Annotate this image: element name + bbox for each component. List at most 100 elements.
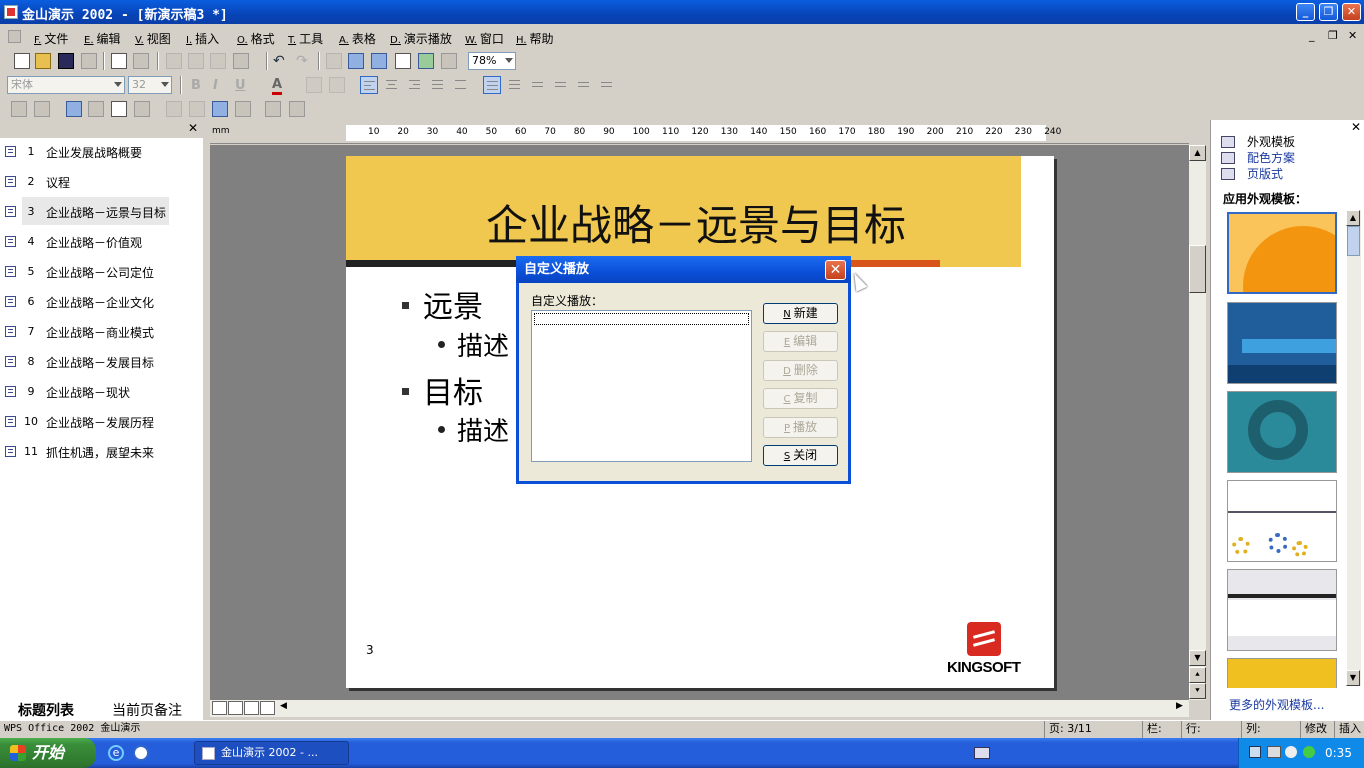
security-icon[interactable] [1303, 746, 1315, 758]
bullet-level2[interactable]: 描述 [438, 411, 509, 448]
clock[interactable]: 0:35 [1325, 746, 1352, 760]
slide-list-item[interactable]: 1 企业发展战略概要 [0, 137, 204, 167]
doc-minimize-button[interactable]: _ [1309, 29, 1315, 42]
template-thumb-blue[interactable] [1227, 302, 1337, 384]
font-name-combo[interactable]: 宋体 [7, 76, 125, 94]
normal-view-icon[interactable] [212, 701, 227, 715]
volume-icon[interactable] [1285, 746, 1297, 758]
vm-icon[interactable] [1267, 746, 1281, 758]
transition-icon[interactable] [189, 101, 205, 117]
scroll-left-icon[interactable]: ◀ [280, 701, 287, 711]
link-design-templates[interactable]: 外观模板 [1247, 133, 1295, 150]
font-color-button[interactable]: A [272, 78, 283, 95]
redo-icon[interactable]: ↷ [296, 53, 312, 69]
doc-close-button[interactable]: ✕ [1348, 29, 1357, 42]
edit-button[interactable]: E 编辑 [763, 331, 838, 352]
font-grow-icon[interactable] [306, 77, 322, 93]
line-spacing-down-icon[interactable] [598, 76, 616, 94]
shape-icon[interactable] [326, 53, 342, 69]
line-spacing-up-icon[interactable] [575, 76, 593, 94]
undo-icon[interactable]: ↶ [273, 53, 289, 69]
template-scroll-down[interactable]: ▼ [1346, 670, 1360, 686]
print-icon[interactable] [133, 53, 149, 69]
link-slide-layout[interactable]: 页版式 [1247, 165, 1283, 182]
slide-list-item[interactable]: 8 企业战略－发展目标 [0, 347, 204, 377]
underline-button[interactable]: U [235, 78, 246, 93]
start-button[interactable]: 开始 [0, 738, 96, 768]
bullet-level1[interactable]: 远景 [402, 282, 483, 326]
format-painter-icon[interactable] [233, 53, 249, 69]
template-scroll-up[interactable]: ▲ [1346, 210, 1360, 226]
distribute-icon[interactable] [452, 76, 470, 94]
slide-title[interactable]: 企业战略－远景与目标 [346, 192, 1046, 253]
taskbar-app-button[interactable]: 金山演示 2002 - ... [194, 741, 349, 765]
keyboard-icon[interactable] [974, 747, 990, 759]
quicklaunch-icon[interactable] [133, 745, 149, 761]
bold-button[interactable]: B [191, 78, 201, 93]
cut-icon[interactable] [166, 53, 182, 69]
dialog-title-bar[interactable]: 自定义播放 [516, 256, 851, 283]
delete-slide-icon[interactable] [34, 101, 50, 117]
slide-list-item[interactable]: 4 企业战略－价值观 [0, 227, 204, 257]
template-thumb-gray[interactable] [1227, 569, 1337, 651]
scroll-up-button[interactable]: ▲ [1189, 145, 1206, 161]
textbox-icon[interactable] [348, 53, 364, 69]
open-icon[interactable] [35, 53, 51, 69]
action-icon[interactable] [212, 101, 228, 117]
custom-show-list[interactable] [531, 310, 752, 462]
link-color-scheme[interactable]: 配色方案 [1247, 149, 1295, 166]
template-thumb-orange[interactable] [1227, 212, 1337, 294]
decrease-indent-icon[interactable] [529, 76, 547, 94]
template-scrollbar[interactable]: ▲ ▼ [1346, 210, 1361, 686]
slide-list-item[interactable]: 11 抓住机遇，展望未来 [0, 437, 204, 467]
numbering-icon[interactable] [506, 76, 524, 94]
prev-slide-button[interactable]: ⯅ [1189, 667, 1206, 683]
vertical-textbox-icon[interactable] [371, 53, 387, 69]
menu-edit[interactable]: E. 编辑 [84, 30, 121, 47]
paste-icon[interactable] [210, 53, 226, 69]
bullet-level2[interactable]: 描述 [438, 326, 509, 363]
template-thumb-teal[interactable] [1227, 391, 1337, 473]
copy-button[interactable]: C 复制 [763, 388, 838, 409]
animation-icon[interactable] [166, 101, 182, 117]
tab-notes[interactable]: 当前页备注 [112, 700, 182, 720]
picture-icon[interactable] [418, 53, 434, 69]
zoom-combo[interactable]: 78% [468, 52, 516, 70]
increase-indent-icon[interactable] [552, 76, 570, 94]
align-left-icon[interactable] [360, 76, 378, 94]
template-thumb-gears[interactable] [1227, 480, 1337, 562]
menu-insert[interactable]: I. 插入 [186, 30, 219, 47]
menu-tools[interactable]: T. 工具 [288, 30, 323, 47]
close-button[interactable]: ✕ [1342, 3, 1361, 21]
new-slide-icon[interactable] [441, 53, 457, 69]
slide-list-item[interactable]: 5 企业战略－公司定位 [0, 257, 204, 287]
table-icon[interactable] [395, 53, 411, 69]
font-shrink-icon[interactable] [329, 77, 345, 93]
italic-button[interactable]: I [213, 78, 218, 93]
scroll-down-button[interactable]: ▼ [1189, 650, 1206, 666]
copy-icon[interactable] [188, 53, 204, 69]
menu-file[interactable]: F. 文件 [34, 30, 68, 47]
menu-table[interactable]: A. 表格 [339, 30, 376, 47]
slide-list-item[interactable]: 9 企业战略－现状 [0, 377, 204, 407]
document-menu-icon[interactable] [8, 30, 21, 43]
list-focus-item[interactable] [534, 313, 749, 325]
template-thumb-yellow[interactable] [1227, 658, 1337, 688]
template-scroll-thumb[interactable] [1347, 226, 1360, 256]
add-slide-icon[interactable] [11, 101, 27, 117]
app-icon[interactable] [4, 5, 18, 19]
tab-title-list[interactable]: 标题列表 [18, 700, 74, 720]
network-icon[interactable] [1249, 746, 1261, 758]
custom-show-icon[interactable] [289, 101, 305, 117]
menu-help[interactable]: H. 帮助 [516, 30, 554, 47]
slide-sorter-icon[interactable] [111, 101, 127, 117]
play-icon[interactable] [265, 101, 281, 117]
slide-list-item[interactable]: 6 企业战略－企业文化 [0, 287, 204, 317]
menu-format[interactable]: O. 格式 [237, 30, 275, 47]
vertical-scrollbar[interactable]: ▲ ▼ ⯅ ⯆ [1189, 145, 1206, 700]
new-button[interactable]: N 新建 [763, 303, 838, 324]
ie-quicklaunch-icon[interactable]: e [108, 745, 124, 761]
dialog-close-button[interactable]: ✕ [825, 260, 846, 280]
slideshow-view-icon[interactable] [260, 701, 275, 715]
close-taskpane-icon[interactable]: ✕ [1351, 120, 1361, 134]
